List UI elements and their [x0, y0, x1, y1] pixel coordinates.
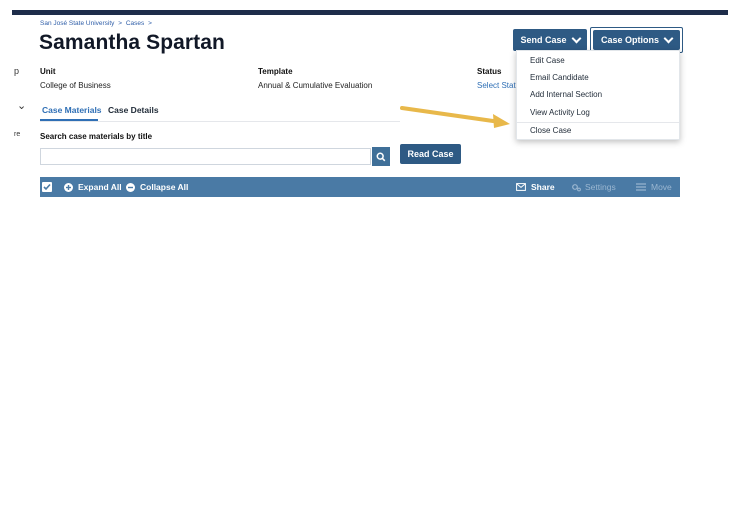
collapse-all-button[interactable]: Collapse All — [126, 182, 188, 192]
search-label: Search case materials by title — [40, 132, 153, 141]
expand-all-label: Expand All — [78, 182, 122, 192]
share-label: Share — [531, 182, 555, 192]
breadcrumb-separator: > — [118, 20, 123, 27]
send-case-label: Send Case — [520, 35, 567, 45]
template-label: Template — [258, 67, 293, 76]
menu-item-view-activity-log[interactable]: View Activity Log — [530, 108, 590, 117]
search-button[interactable] — [372, 147, 390, 166]
gear-icon — [572, 183, 581, 191]
plus-circle-icon — [64, 182, 73, 192]
chevron-down-icon — [663, 33, 674, 43]
search-input[interactable] — [40, 148, 371, 165]
menu-divider — [517, 122, 679, 123]
tabs-divider — [40, 121, 400, 122]
sidebar-chevron-icon[interactable]: ⌄ — [17, 99, 26, 112]
chevron-down-icon — [571, 33, 581, 43]
settings-button[interactable]: Settings — [571, 182, 616, 192]
settings-label: Settings — [585, 182, 616, 192]
top-nav-bar — [12, 10, 728, 15]
unit-value: College of Business — [40, 81, 111, 90]
tab-case-materials[interactable]: Case Materials — [42, 105, 102, 115]
status-label: Status — [477, 67, 502, 76]
template-value: Annual & Cumulative Evaluation — [258, 81, 373, 90]
select-all-checkbox[interactable] — [42, 182, 52, 192]
move-icon — [636, 183, 646, 191]
breadcrumb-separator: > — [148, 20, 152, 27]
tab-case-details[interactable]: Case Details — [108, 105, 159, 115]
menu-item-close-case[interactable]: Close Case — [530, 126, 571, 135]
envelope-icon — [516, 183, 526, 191]
breadcrumb-cases-link[interactable]: Cases — [126, 20, 144, 27]
collapse-all-label: Collapse All — [140, 182, 189, 192]
expand-all-button[interactable]: Expand All — [64, 182, 122, 192]
read-case-button[interactable]: Read Case — [400, 144, 461, 164]
menu-item-add-internal-section[interactable]: Add Internal Section — [530, 90, 602, 99]
case-options-button[interactable]: Case Options — [593, 30, 680, 50]
menu-item-edit-case[interactable]: Edit Case — [530, 56, 565, 65]
menu-item-email-candidate[interactable]: Email Candidate — [530, 73, 589, 82]
arrow-annotation — [400, 106, 510, 128]
breadcrumb: San José State University > Cases > — [40, 20, 154, 27]
move-label: Move — [651, 182, 672, 192]
unit-label: Unit — [40, 67, 56, 76]
case-options-label: Case Options — [600, 35, 659, 45]
share-button[interactable]: Share — [516, 182, 555, 192]
breadcrumb-org-link[interactable]: San José State University — [40, 20, 114, 27]
send-case-button[interactable]: Send Case — [513, 29, 587, 51]
case-options-menu: Edit Case Email Candidate Add Internal S… — [516, 50, 680, 140]
page-title: Samantha Spartan — [39, 31, 225, 54]
status-select-link[interactable]: Select Stat — [477, 81, 516, 90]
sidebar-fragment-text: re — [14, 131, 21, 138]
minus-circle-icon — [126, 182, 135, 192]
sidebar-fragment-text: p — [14, 66, 20, 76]
checkbox-checked-icon — [43, 183, 51, 191]
move-button[interactable]: Move — [636, 182, 672, 192]
search-icon — [376, 152, 386, 161]
active-tab-indicator — [40, 119, 98, 121]
